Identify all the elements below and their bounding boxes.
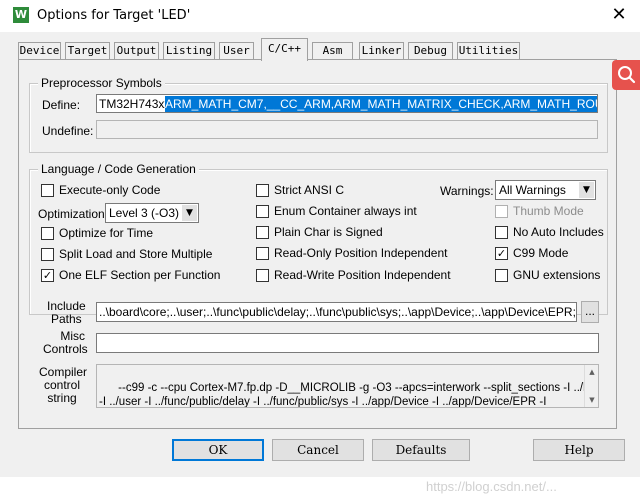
c-cpp-tab-page: Preprocessor Symbols Define: TM32H743xx,… xyxy=(18,59,617,429)
options-dialog: Device Target Output Listing User C/C++ … xyxy=(0,32,640,494)
strict-ansi-checkbox[interactable] xyxy=(256,184,269,197)
enum-container-checkbox[interactable] xyxy=(256,205,269,218)
compiler-control-string[interactable]: --c99 -c --cpu Cortex-M7.fp.dp -D__MICRO… xyxy=(96,364,599,408)
help-button[interactable]: Help xyxy=(533,439,625,461)
warnings-label: Warnings: xyxy=(440,184,494,198)
compiler-control-text: --c99 -c --cpu Cortex-M7.fp.dp -D__MICRO… xyxy=(99,382,598,408)
browse-include-paths-button[interactable]: ... xyxy=(581,301,599,323)
undefine-field[interactable] xyxy=(96,120,598,139)
preprocessor-group-title: Preprocessor Symbols xyxy=(38,76,165,90)
search-icon[interactable] xyxy=(612,60,640,90)
tab-asm[interactable]: Asm xyxy=(312,42,353,60)
execute-only-checkbox[interactable] xyxy=(41,184,54,197)
cancel-button[interactable]: Cancel xyxy=(272,439,364,461)
execute-only-label: Execute-only Code xyxy=(59,183,161,197)
misc-controls-label: Misc Controls xyxy=(43,329,88,356)
warnings-select[interactable]: All Warnings ▼ xyxy=(495,180,596,200)
ro-pi-checkbox[interactable] xyxy=(256,247,269,260)
scroll-down-icon[interactable]: ▼ xyxy=(585,393,598,407)
gnu-extensions-label: GNU extensions xyxy=(513,268,601,282)
tab-utilities[interactable]: Utilities xyxy=(457,42,520,60)
plain-char-checkbox[interactable] xyxy=(256,226,269,239)
tab-listing[interactable]: Listing xyxy=(163,42,215,60)
optimize-time-label: Optimize for Time xyxy=(59,226,154,240)
scroll-up-icon[interactable]: ▲ xyxy=(585,365,598,379)
include-paths-label: Include Paths xyxy=(47,299,86,326)
include-paths-field[interactable]: ..\board\core;..\user;..\func\public\del… xyxy=(96,302,577,322)
tab-target[interactable]: Target xyxy=(65,42,110,60)
ok-button[interactable]: OK xyxy=(172,439,264,461)
tab-user[interactable]: User xyxy=(219,42,254,60)
tab-c-cpp[interactable]: C/C++ xyxy=(261,38,308,61)
enum-container-label: Enum Container always int xyxy=(274,204,417,218)
optimization-value: Level 3 (-O3) xyxy=(109,206,180,220)
define-value-plain: TM32H743xx, xyxy=(99,97,174,111)
tab-strip: Device Target Output Listing User C/C++ … xyxy=(18,38,628,61)
language-group-title: Language / Code Generation xyxy=(38,162,199,176)
c99-mode-checkbox[interactable]: ✓ xyxy=(495,247,508,260)
tab-device[interactable]: Device xyxy=(18,42,61,60)
ro-pi-label: Read-Only Position Independent xyxy=(274,246,448,260)
title-bar: W Options for Target 'LED' ✕ xyxy=(0,0,640,32)
thumb-mode-checkbox xyxy=(495,205,508,218)
thumb-mode-label: Thumb Mode xyxy=(513,204,584,218)
plain-char-label: Plain Char is Signed xyxy=(274,225,383,239)
one-elf-label: One ELF Section per Function xyxy=(59,268,221,282)
strict-ansi-label: Strict ANSI C xyxy=(274,183,345,197)
rw-pi-checkbox[interactable] xyxy=(256,269,269,282)
chevron-down-icon: ▼ xyxy=(579,182,594,198)
compiler-control-label: Compiler control string xyxy=(39,365,88,405)
tab-debug[interactable]: Debug xyxy=(408,42,453,60)
optimize-time-checkbox[interactable] xyxy=(41,227,54,240)
language-group: Language / Code Generation Execute-only … xyxy=(29,162,608,315)
window-title: Options for Target 'LED' xyxy=(37,8,191,23)
tab-linker[interactable]: Linker xyxy=(359,42,404,60)
chevron-down-icon: ▼ xyxy=(182,205,197,221)
compiler-scrollbar[interactable]: ▲ ▼ xyxy=(584,365,598,407)
split-load-checkbox[interactable] xyxy=(41,248,54,261)
define-label: Define: xyxy=(42,98,81,112)
no-auto-includes-label: No Auto Includes xyxy=(513,225,604,239)
define-value-selected: ARM_MATH_CM7,__CC_ARM,ARM_MATH_MATRIX_CH… xyxy=(165,96,597,112)
gnu-extensions-checkbox[interactable] xyxy=(495,269,508,282)
split-load-label: Split Load and Store Multiple xyxy=(59,247,213,261)
close-button[interactable]: ✕ xyxy=(606,4,632,26)
undefine-label: Undefine: xyxy=(42,124,94,138)
preprocessor-group: Preprocessor Symbols Define: TM32H743xx,… xyxy=(29,76,608,153)
defaults-button[interactable]: Defaults xyxy=(372,439,470,461)
optimization-label: Optimization: xyxy=(38,207,109,221)
rw-pi-label: Read-Write Position Independent xyxy=(274,268,451,282)
watermark: https://blog.csdn.net/... xyxy=(426,479,557,494)
optimization-select[interactable]: Level 3 (-O3) ▼ xyxy=(105,203,199,223)
c99-mode-label: C99 Mode xyxy=(513,246,569,260)
misc-controls-field[interactable] xyxy=(96,333,599,353)
one-elf-checkbox[interactable]: ✓ xyxy=(41,269,54,282)
no-auto-includes-checkbox[interactable] xyxy=(495,226,508,239)
define-field[interactable]: TM32H743xx, ARM_MATH_CM7,__CC_ARM,ARM_MA… xyxy=(96,94,598,113)
warnings-value: All Warnings xyxy=(499,183,566,197)
tab-output[interactable]: Output xyxy=(114,42,159,60)
keil-app-icon: W xyxy=(13,7,29,23)
